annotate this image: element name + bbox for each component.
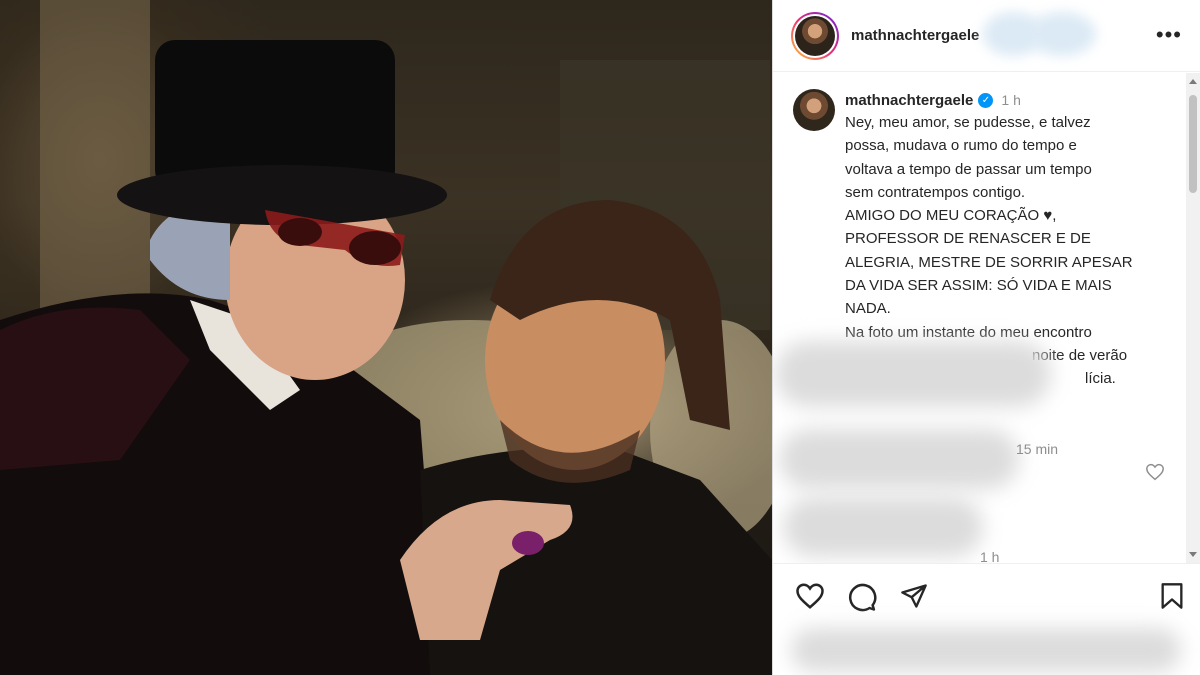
- heart-icon[interactable]: [795, 582, 825, 610]
- scroll-up-arrow-icon[interactable]: [1189, 79, 1197, 84]
- comment-icon[interactable]: [847, 582, 877, 612]
- photo-illustration: [0, 0, 772, 675]
- caption-line: ALEGRIA, MESTRE DE SORRIR APESAR: [845, 253, 1133, 271]
- comment-like-heart-icon[interactable]: [1145, 463, 1165, 481]
- caption-username[interactable]: mathnachtergaele: [845, 92, 973, 109]
- verified-badge-icon: ✓: [978, 92, 994, 108]
- header-username[interactable]: mathnachtergaele: [851, 27, 979, 44]
- caption-line: AMIGO DO MEU CORAÇÃO ♥,: [845, 207, 1057, 225]
- post-actions: [773, 563, 1200, 625]
- avatar[interactable]: [793, 89, 835, 131]
- comment-timestamp[interactable]: 1 h: [980, 549, 999, 563]
- post-photo[interactable]: [0, 0, 772, 675]
- bookmark-icon[interactable]: [1159, 582, 1185, 610]
- post-header: mathnachtergaele •••: [773, 0, 1200, 72]
- redacted-area: [783, 497, 983, 557]
- caption-line: sem contratempos contigo.: [845, 183, 1026, 201]
- caption-line: DA VIDA SER ASSIM: SÓ VIDA E MAIS: [845, 277, 1112, 295]
- avatar[interactable]: [795, 15, 835, 56]
- comments-scrollbar[interactable]: [1186, 73, 1200, 563]
- more-options-icon[interactable]: •••: [1156, 24, 1182, 46]
- redacted-area: [1028, 12, 1096, 56]
- redacted-area: [775, 341, 1051, 407]
- caption-line: NADA.: [845, 300, 891, 318]
- caption-timestamp[interactable]: 1 h: [1001, 92, 1020, 108]
- post-detail-panel: mathnachtergaele ••• mathnachtergaele ✓ …: [772, 0, 1200, 675]
- comment-timestamp[interactable]: 15 min: [1016, 441, 1058, 457]
- caption-line: PROFESSOR DE RENASCER E DE: [845, 230, 1091, 248]
- story-ring[interactable]: [791, 11, 839, 60]
- scroll-down-arrow-icon[interactable]: [1189, 552, 1197, 557]
- scroll-thumb[interactable]: [1189, 95, 1197, 193]
- share-icon[interactable]: [899, 582, 929, 610]
- redacted-area: [791, 628, 1181, 672]
- caption-line: Ney, meu amor, se pudesse, e talvez: [845, 114, 1091, 131]
- caption-line: voltava a tempo de passar um tempo: [845, 160, 1092, 178]
- comments-list[interactable]: mathnachtergaele ✓ 1 h Ney, meu amor, se…: [773, 73, 1187, 563]
- caption-line: possa, mudava o rumo do tempo e: [845, 137, 1077, 155]
- redacted-area: [779, 429, 1019, 489]
